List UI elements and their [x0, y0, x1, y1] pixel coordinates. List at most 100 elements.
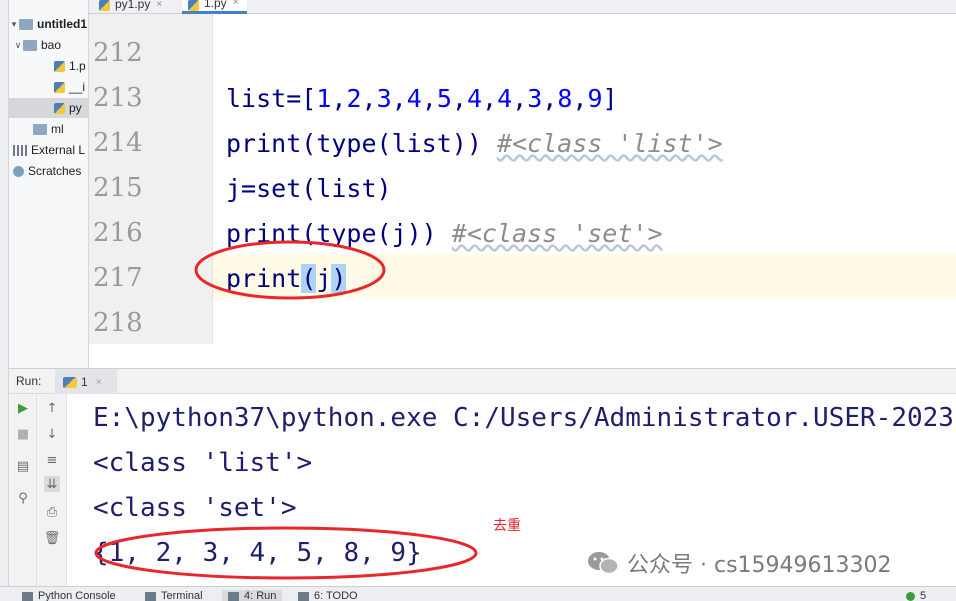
tree-item-external-libraries[interactable]: External L — [9, 140, 88, 160]
line-number: 214 — [93, 128, 143, 158]
tree-item-label: untitled1 — [37, 17, 87, 31]
console-line: {1, 2, 3, 4, 5, 8, 9} — [93, 538, 422, 568]
line-number: 218 — [93, 308, 143, 338]
trash-icon[interactable]: 🗑 — [44, 530, 61, 546]
current-line-highlight — [89, 254, 956, 299]
folder-icon — [19, 18, 33, 30]
code-text: ] — [602, 84, 618, 113]
tree-item-file-1[interactable]: 1.p — [9, 56, 88, 76]
python-file-icon — [54, 60, 65, 72]
tab-python-console[interactable]: Python Console — [22, 590, 116, 601]
chevron-down-icon[interactable]: ∨ — [13, 40, 23, 51]
code-number: 5 — [436, 84, 452, 113]
code-number: 2 — [346, 84, 362, 113]
folder-icon — [33, 123, 47, 135]
tree-item-scratches[interactable]: Scratches — [9, 161, 88, 181]
tree-item-label: ml — [51, 122, 64, 136]
stop-icon[interactable]: ■ — [15, 426, 31, 442]
library-icon — [13, 144, 27, 156]
run-toolbar-primary: ▶ ■ ▤ ⚲ — [9, 394, 37, 586]
code-line-217: print(j) — [226, 256, 347, 301]
chevron-down-icon[interactable]: ▾ — [9, 19, 19, 30]
tree-item-file-init[interactable]: __i — [9, 77, 88, 97]
print-icon[interactable]: ⎙ — [44, 504, 60, 520]
code-text: print(type(j)) — [226, 219, 437, 248]
code-text: , — [572, 84, 588, 113]
code-line-213: list=[1,2,3,4,5,4,4,3,8,9] — [226, 76, 618, 121]
arrow-up-icon[interactable]: ↑ — [44, 400, 60, 416]
code-number: 8 — [557, 84, 573, 113]
tab-label: 1.py — [204, 0, 227, 10]
pin-icon[interactable]: ⚲ — [15, 490, 31, 506]
code-text: , — [542, 84, 558, 113]
code-number: 1 — [316, 84, 332, 113]
run-label: Run: — [16, 374, 42, 388]
code-text: list=[ — [226, 84, 317, 113]
bottom-tab-label: 6: TODO — [314, 590, 358, 601]
code-text: , — [361, 84, 377, 113]
tree-item-project-root[interactable]: ▾ untitled1 — [9, 14, 88, 34]
layout-icon[interactable]: ▤ — [15, 458, 31, 474]
tab-py1[interactable]: py1.py × — [93, 0, 170, 14]
code-text: print(type(list)) — [226, 129, 482, 158]
run-toolbar-secondary: ↑ ↓ ≡ ⇊ ⎙ 🗑 — [37, 394, 67, 586]
tree-item-label: External L — [31, 143, 86, 157]
tab-terminal[interactable]: Terminal — [145, 590, 203, 601]
close-icon[interactable]: × — [96, 377, 102, 388]
tab-todo[interactable]: 6: TODO — [298, 590, 358, 601]
code-number: 4 — [466, 84, 482, 113]
scroll-to-end-icon[interactable]: ⇊ — [44, 476, 60, 492]
editor-tab-bar: py1.py × 1.py × — [89, 0, 956, 14]
event-log-icon — [906, 591, 915, 601]
console-line: <class 'list'> — [93, 448, 313, 478]
code-editor[interactable]: 212 213 214 215 216 217 218 list=[1,2,3,… — [89, 14, 956, 344]
folder-icon — [23, 39, 37, 51]
soft-wrap-icon[interactable]: ≡ — [44, 452, 60, 468]
matched-brace: ) — [331, 264, 347, 293]
run-config-tab[interactable]: 1 × — [55, 369, 117, 395]
code-text: , — [421, 84, 437, 113]
line-number: 213 — [93, 83, 143, 113]
python-file-icon — [188, 0, 199, 11]
tab-1py[interactable]: 1.py × — [182, 0, 247, 14]
bottom-tab-label: 5 — [920, 590, 927, 601]
run-icon[interactable]: ▶ — [15, 400, 31, 416]
tree-item-ml[interactable]: ml — [9, 119, 88, 139]
python-file-icon — [99, 0, 110, 11]
console-line: <class 'set'> — [93, 493, 297, 523]
code-text: , — [331, 84, 347, 113]
code-text: , — [391, 84, 407, 113]
code-text: , — [451, 84, 467, 113]
tree-item-file-py[interactable]: py — [9, 98, 88, 118]
tree-item-label: Scratches — [28, 164, 82, 178]
run-tab-label: 1 — [81, 375, 88, 389]
annotation-label: 去重 — [493, 517, 521, 533]
bottom-tab-label: Terminal — [161, 590, 203, 601]
code-line-215: j=set(list) — [226, 166, 392, 211]
arrow-down-icon[interactable]: ↓ — [44, 426, 60, 442]
python-file-icon — [54, 81, 65, 93]
close-icon[interactable]: × — [233, 0, 239, 8]
code-line-216: print(type(j)) #<class 'set'> — [226, 211, 663, 256]
console-line: E:\python37\python.exe C:/Users/Administ… — [93, 403, 956, 433]
tree-item-label: __i — [69, 80, 86, 94]
line-number: 216 — [93, 218, 143, 248]
tree-item-bao[interactable]: ∨ bao — [9, 35, 88, 55]
project-tree: ▾ untitled1 ∨ bao 1.p __i py ml External… — [9, 0, 89, 368]
bottom-tab-label: Python Console — [38, 590, 116, 601]
close-icon[interactable]: × — [156, 0, 162, 10]
code-text: print — [226, 264, 302, 293]
code-number: 3 — [527, 84, 543, 113]
tab-label: py1.py — [115, 0, 151, 11]
scratches-icon — [13, 165, 24, 177]
code-number: 3 — [376, 84, 392, 113]
tree-item-label: 1.p — [69, 59, 86, 73]
line-number: 217 — [93, 263, 143, 293]
code-number: 4 — [497, 84, 513, 113]
event-log-badge[interactable]: 5 — [906, 590, 926, 601]
python-file-icon — [63, 376, 77, 388]
tab-run[interactable]: 4: Run — [222, 590, 283, 601]
code-text: , — [482, 84, 498, 113]
code-text: , — [512, 84, 528, 113]
matched-brace: ( — [301, 264, 317, 293]
